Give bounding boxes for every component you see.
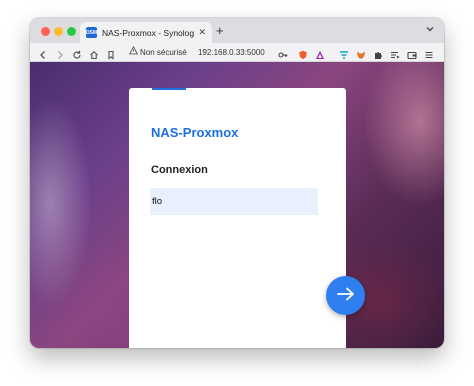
url-field[interactable]: 192.168.0.33:5000: [198, 48, 274, 57]
brave-shield-icon[interactable]: [298, 47, 308, 60]
warning-icon[interactable]: [128, 45, 139, 57]
key-icon[interactable]: [278, 47, 288, 58]
login-page-background: NAS-Proxmox Connexion: [30, 62, 444, 348]
close-tab-icon[interactable]: ✕: [198, 27, 206, 38]
minimize-window-button[interactable]: [54, 27, 63, 36]
bookmark-icon[interactable]: [106, 47, 116, 60]
brave-rewards-icon[interactable]: [315, 47, 325, 59]
wallet-icon[interactable]: [407, 47, 417, 60]
chevron-down-icon[interactable]: [426, 25, 434, 34]
metamask-icon[interactable]: [356, 47, 366, 59]
filter-icon[interactable]: [339, 47, 349, 59]
toolbar: Non sécurisé 192.168.0.33:5000: [30, 43, 444, 62]
menu-icon[interactable]: [424, 47, 434, 59]
close-window-button[interactable]: [41, 27, 50, 36]
playlist-icon[interactable]: [390, 47, 400, 59]
tab-title: NAS-Proxmox - Synology DiskStation: [102, 27, 195, 38]
reload-icon[interactable]: [72, 47, 82, 59]
login-heading: Connexion: [151, 164, 208, 176]
security-status[interactable]: Non sécurisé: [140, 48, 187, 57]
login-card: NAS-Proxmox Connexion: [129, 88, 346, 348]
next-button[interactable]: [326, 276, 365, 315]
app-title: NAS-Proxmox: [151, 125, 239, 140]
browser-window: DSM NAS-Proxmox - Synology DiskStation ✕…: [30, 18, 444, 348]
username-field[interactable]: [150, 188, 318, 215]
home-icon[interactable]: [89, 47, 99, 60]
zoom-window-button[interactable]: [67, 27, 76, 36]
extensions-icon[interactable]: [373, 47, 383, 59]
new-tab-icon[interactable]: +: [216, 24, 224, 37]
forward-icon[interactable]: [55, 47, 65, 59]
back-icon[interactable]: [38, 47, 48, 59]
arrow-right-icon: [336, 287, 355, 304]
synology-favicon-icon: DSM: [86, 27, 97, 38]
card-accent-bar: [152, 88, 186, 90]
tab-active[interactable]: DSM NAS-Proxmox - Synology DiskStation ✕: [80, 22, 212, 43]
tab-bar: DSM NAS-Proxmox - Synology DiskStation ✕…: [30, 18, 444, 43]
